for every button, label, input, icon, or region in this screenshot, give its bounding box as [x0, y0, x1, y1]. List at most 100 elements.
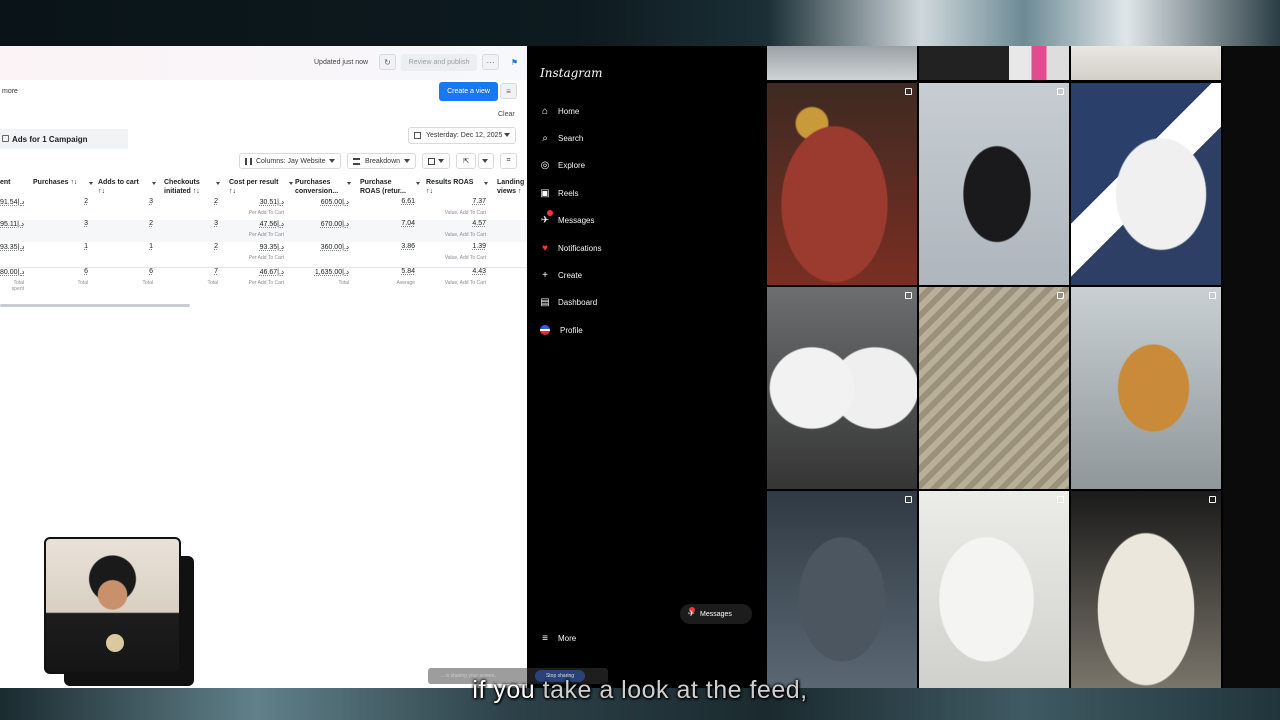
header-purchases-conversion[interactable]: Purchases conversion... [295, 178, 351, 196]
reel-icon [1057, 496, 1064, 503]
cell-results-roas[interactable]: 7.37 [450, 198, 486, 205]
chevron-down-icon [152, 182, 156, 185]
nav-notifications[interactable]: ♥ Notifications [538, 240, 602, 256]
total-adds: 6 [149, 268, 153, 275]
post-tile[interactable] [919, 46, 1069, 80]
nav-search-label: Search [558, 133, 584, 143]
chevron-down-icon [484, 182, 488, 185]
clear-button[interactable]: Clear [498, 111, 515, 118]
cell-roas: 3.86 [401, 243, 415, 250]
profile-avatar [540, 325, 550, 335]
cell-cpr-sub: Per Add To Cart [248, 210, 284, 216]
post-tile[interactable] [767, 46, 917, 80]
export-dropdown[interactable] [478, 153, 494, 169]
cell-conv[interactable]: 360.00|.د [300, 243, 349, 251]
post-tile[interactable] [1071, 46, 1221, 80]
header-results-roas[interactable]: Results ROAS ↑↓ [426, 178, 488, 196]
cell-cpr-sub: Per Add To Cart [248, 232, 284, 238]
cell-adds[interactable]: 1 [125, 243, 153, 250]
table-row[interactable]: 91.54|.د 2 3 2 30.51|.د Per Add To Cart … [0, 198, 527, 220]
nav-dashboard[interactable]: ▤ Dashboard [538, 294, 597, 310]
nav-more-label: More [558, 633, 577, 643]
cell-purchases[interactable]: 1 [60, 243, 88, 250]
chevron-down-icon [347, 182, 351, 185]
post-tile[interactable] [767, 287, 917, 489]
header-spent[interactable]: ent [0, 178, 11, 187]
cell-results-roas[interactable]: 1.39 [450, 243, 486, 250]
export-button[interactable]: ⇱ [456, 153, 476, 169]
nav-reels-label: Reels [558, 188, 579, 198]
chevron-down-icon [89, 182, 93, 185]
post-tile[interactable] [1071, 83, 1221, 285]
cell-cpr[interactable]: 30.51|.د [236, 198, 284, 206]
instagram-logo[interactable]: Instagram [540, 66, 603, 80]
review-publish-button[interactable]: Review and publish [401, 54, 477, 71]
header-landing-views[interactable]: Landing views ↑ [497, 178, 527, 196]
instagram-panel: Instagram ⌂ Home ⌕ Search ◎ Explore ▣ Reels … [527, 46, 1280, 688]
table-row[interactable]: 93.35|.د 1 1 2 93.35|.د Per Add To Cart … [0, 243, 527, 265]
cell-spent: 91.54|.د [0, 199, 25, 206]
total-purchases: 6 [84, 268, 88, 275]
reel-icon [1209, 496, 1216, 503]
post-tile[interactable] [1071, 491, 1221, 688]
cell-purchases[interactable]: 3 [60, 220, 88, 227]
post-tile[interactable] [919, 491, 1069, 688]
create-view-button[interactable]: Create a view [439, 82, 498, 101]
post-tile[interactable] [919, 83, 1069, 285]
post-tile[interactable] [767, 83, 917, 285]
cell-adds[interactable]: 3 [125, 198, 153, 205]
reports-dropdown[interactable] [422, 153, 450, 169]
nav-home[interactable]: ⌂ Home [538, 103, 579, 119]
cell-rr-sub: Value, Add To Cart [444, 232, 486, 238]
date-range-picker[interactable]: Yesterday: Dec 12, 2025 [408, 127, 516, 144]
reel-icon [1209, 292, 1216, 299]
chevron-down-icon [404, 159, 410, 163]
header-adds-to-cart[interactable]: Adds to cart ↑↓ [98, 178, 156, 196]
reel-icon [1209, 88, 1216, 95]
cell-cpr[interactable]: 47.56|.د [236, 220, 284, 228]
messages-pill[interactable]: ✈ Messages [680, 604, 752, 624]
cell-checkouts[interactable]: 2 [190, 198, 218, 205]
more-link[interactable]: more [2, 88, 18, 95]
campaign-tab[interactable]: Ads for 1 Campaign [0, 129, 128, 149]
cell-spent: 93.35|.د [0, 244, 25, 251]
breakdown-dropdown[interactable]: Breakdown [347, 153, 416, 169]
export-icon: ⇱ [463, 158, 469, 165]
nav-explore[interactable]: ◎ Explore [538, 157, 586, 173]
video-subtitle: if you take a look at the feed, [0, 676, 1280, 705]
nav-messages[interactable]: ✈ Messages [538, 210, 594, 228]
columns-dropdown[interactable]: Columns: Jay Website [239, 153, 341, 169]
cell-checkouts[interactable]: 3 [190, 220, 218, 227]
cell-adds[interactable]: 2 [125, 220, 153, 227]
columns-icon [245, 158, 252, 165]
more-options-button[interactable]: ··· [482, 54, 499, 70]
horizontal-scrollbar[interactable] [0, 304, 190, 307]
subtitle-highlight: if you [472, 676, 536, 704]
nav-create[interactable]: + Create [538, 267, 582, 283]
cell-checkouts[interactable]: 2 [190, 243, 218, 250]
nav-profile[interactable]: Profile [538, 322, 583, 338]
nav-reels[interactable]: ▣ Reels [538, 185, 578, 201]
header-checkouts[interactable]: Checkouts initiated ↑↓ [164, 178, 220, 196]
cell-conv[interactable]: 605.00|.د [300, 198, 349, 206]
header-purchases[interactable]: Purchases ↑↓ [33, 178, 93, 187]
refresh-button[interactable]: ↻ [379, 54, 396, 70]
header-purchase-roas[interactable]: Purchase ROAS (retur... [360, 178, 420, 196]
chevron-down-icon [438, 159, 444, 163]
header-cost-per-result[interactable]: Cost per result ↑↓ [229, 178, 293, 196]
filter-settings-button[interactable]: ≡ [500, 83, 517, 99]
cell-purchases[interactable]: 2 [60, 198, 88, 205]
post-tile[interactable] [919, 287, 1069, 489]
post-tile[interactable] [767, 491, 917, 688]
notifications-button[interactable]: ⚑ [507, 54, 522, 70]
nav-more[interactable]: ≡ More [538, 630, 576, 646]
table-row[interactable]: 95.11|.د 3 2 3 47.56|.د Per Add To Cart … [0, 220, 527, 242]
post-tile[interactable] [1071, 287, 1221, 489]
shirt-logo [106, 634, 124, 652]
cell-results-roas[interactable]: 4.57 [450, 220, 486, 227]
chevron-down-icon [289, 182, 293, 185]
cell-conv[interactable]: 670.00|.د [300, 220, 349, 228]
nav-search[interactable]: ⌕ Search [538, 130, 583, 146]
chart-button[interactable]: ⌗ [500, 153, 517, 169]
cell-cpr[interactable]: 93.35|.د [236, 243, 284, 251]
